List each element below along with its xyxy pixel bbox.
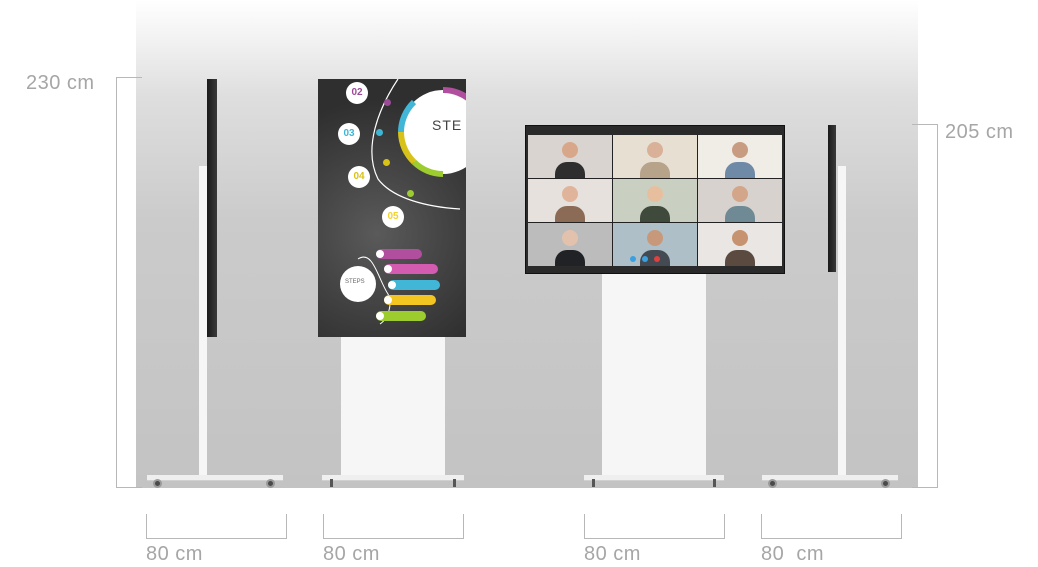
participant-tile (613, 135, 697, 178)
width-bracket-2 (323, 538, 464, 539)
step-badge-04: 04 (348, 166, 370, 188)
stand-base (762, 475, 898, 481)
participant-tile (528, 135, 612, 178)
width-bracket-4 (761, 538, 902, 539)
landscape-display (525, 125, 785, 274)
mic-icon[interactable] (630, 256, 636, 262)
step-badge-02: 02 (346, 82, 368, 104)
width-label-1: 80 cm (146, 543, 203, 565)
hangup-icon[interactable] (654, 256, 660, 262)
screen-side-edge (828, 125, 836, 272)
wheel-icon (266, 479, 275, 488)
stand-pole (838, 166, 846, 476)
stand-base (584, 475, 724, 481)
camera-icon[interactable] (642, 256, 648, 262)
ring-title: STE (432, 117, 463, 133)
lower-circle-label: STEPS (345, 279, 365, 285)
video-call-grid (528, 135, 782, 266)
step-badge-05: 05 (382, 206, 404, 228)
stand-column (341, 337, 445, 476)
info-pill (384, 264, 438, 274)
call-controls (630, 256, 660, 262)
stand-column (602, 272, 706, 476)
height-left-label: 230 cm (26, 72, 95, 94)
height-left-tick-top (116, 77, 142, 78)
wheel-icon (881, 479, 890, 488)
height-left-tick-bottom (116, 487, 142, 488)
participant-tile (613, 179, 697, 222)
step-badge-03: 03 (338, 123, 360, 145)
width-label-4: 80 cm (761, 543, 825, 565)
participant-tile (528, 223, 612, 266)
participant-tile (698, 223, 782, 266)
participant-tile (698, 179, 782, 222)
height-left-line (116, 77, 117, 488)
screen-side-edge (207, 79, 217, 337)
participant-tile (528, 179, 612, 222)
participant-tile (698, 135, 782, 178)
width-bracket-1 (146, 538, 287, 539)
height-right-label: 205 cm (945, 121, 1014, 143)
height-right-line (937, 124, 938, 488)
width-bracket-3 (584, 538, 725, 539)
stand-base (147, 475, 283, 481)
portrait-display: 02 03 04 05 STE STEPS (318, 79, 466, 337)
height-right-tick-top (912, 124, 938, 125)
height-right-tick-bottom (912, 487, 938, 488)
wheel-icon (768, 479, 777, 488)
stand-pole (199, 166, 207, 476)
width-label-2: 80 cm (323, 543, 380, 565)
stand-base (322, 475, 464, 481)
width-label-3: 80 cm (584, 543, 641, 565)
wheel-icon (153, 479, 162, 488)
